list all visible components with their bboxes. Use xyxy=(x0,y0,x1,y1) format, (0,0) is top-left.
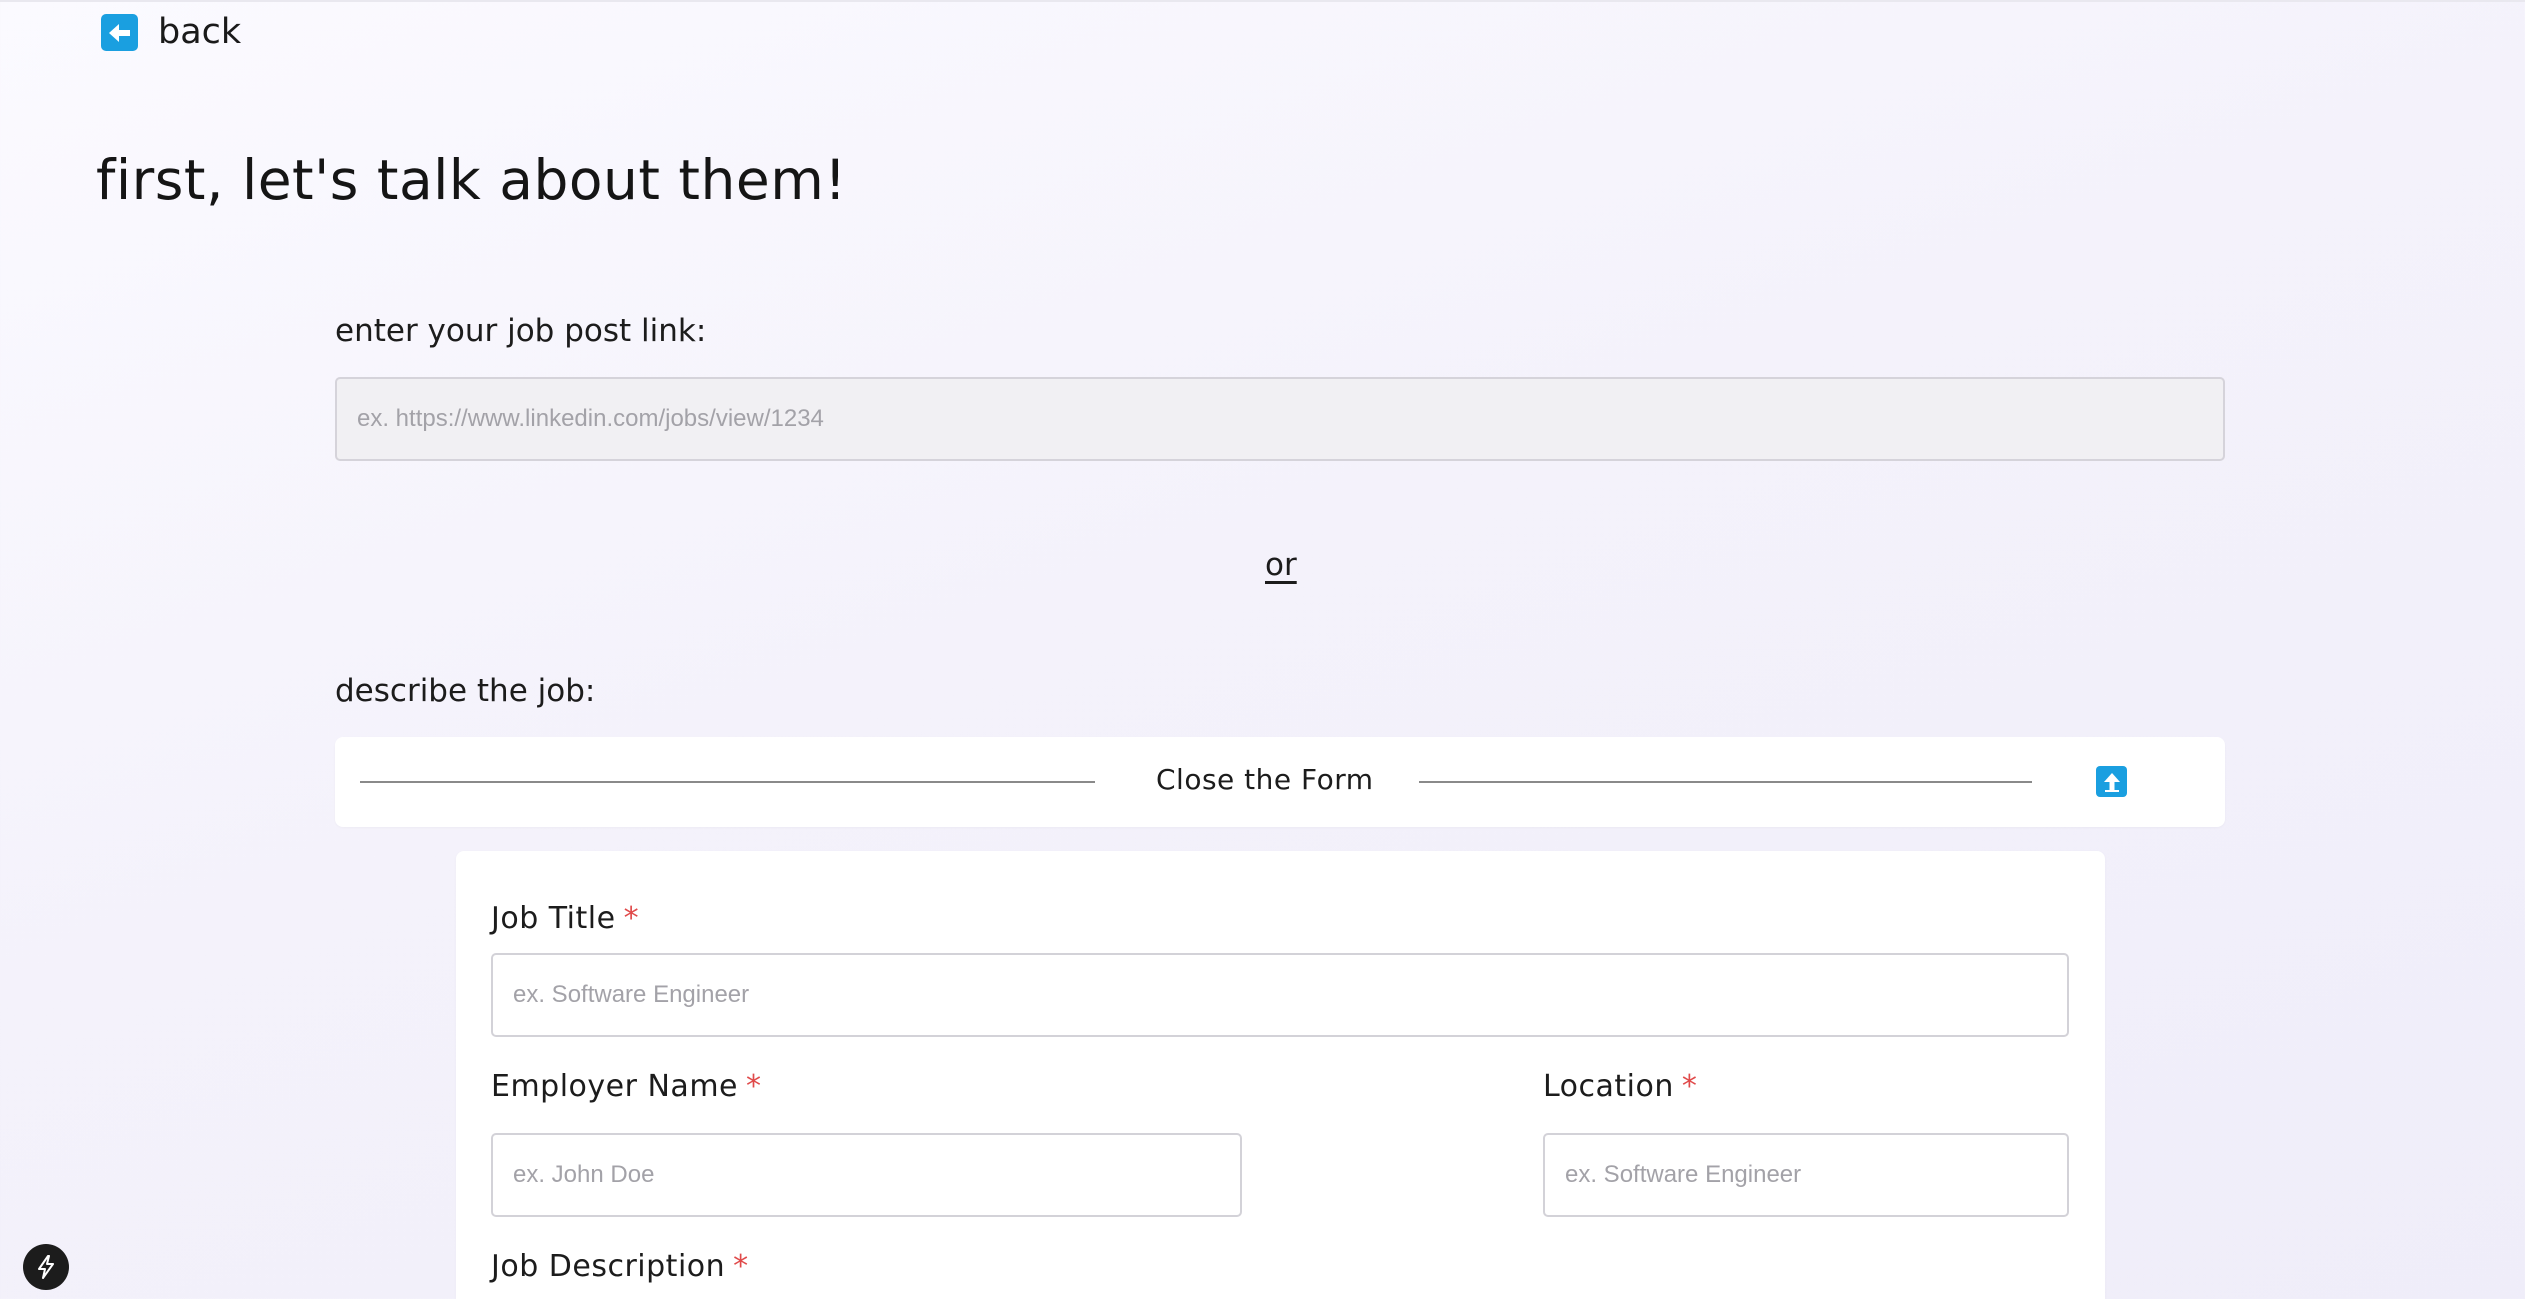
job-form: Job Title* Employer Name* Location* Job … xyxy=(456,851,2105,1299)
job-link-label: enter your job post link: xyxy=(335,313,707,349)
back-label: back xyxy=(158,12,242,52)
required-marker: * xyxy=(746,1069,762,1104)
job-description-label-text: Job Description xyxy=(491,1249,726,1284)
back-link[interactable]: back xyxy=(101,14,241,51)
job-link-input[interactable] xyxy=(335,377,2225,461)
top-border xyxy=(0,0,2525,2)
job-title-label-text: Job Title xyxy=(491,901,616,936)
or-divider: or xyxy=(1265,547,1297,583)
close-form-left-rule xyxy=(360,781,1095,783)
close-form-right-rule xyxy=(1419,781,2032,783)
job-title-label: Job Title * xyxy=(491,901,639,936)
location-label-text: Location xyxy=(1543,1069,1674,1104)
page-title: first, let's talk about them! xyxy=(96,148,847,212)
location-input[interactable] xyxy=(1543,1133,2069,1217)
employer-name-input[interactable] xyxy=(491,1133,1242,1217)
employer-name-label-text: Employer Name xyxy=(491,1069,738,1104)
arrow-left-icon xyxy=(101,14,138,51)
required-marker: * xyxy=(623,901,640,936)
required-marker: * xyxy=(733,1249,749,1284)
job-title-input[interactable] xyxy=(491,953,2069,1037)
employer-name-label: Employer Name * xyxy=(491,1069,762,1104)
close-form-bar[interactable]: Close the Form xyxy=(335,737,2225,827)
arrow-up-icon[interactable] xyxy=(2096,766,2127,797)
job-description-label: Job Description * xyxy=(491,1249,749,1284)
location-label: Location * xyxy=(1543,1069,1697,1104)
close-form-label: Close the Form xyxy=(1156,763,1374,796)
describe-job-label: describe the job: xyxy=(335,673,596,709)
required-marker: * xyxy=(1681,1069,1698,1104)
lightning-bolt-icon[interactable] xyxy=(23,1244,69,1290)
